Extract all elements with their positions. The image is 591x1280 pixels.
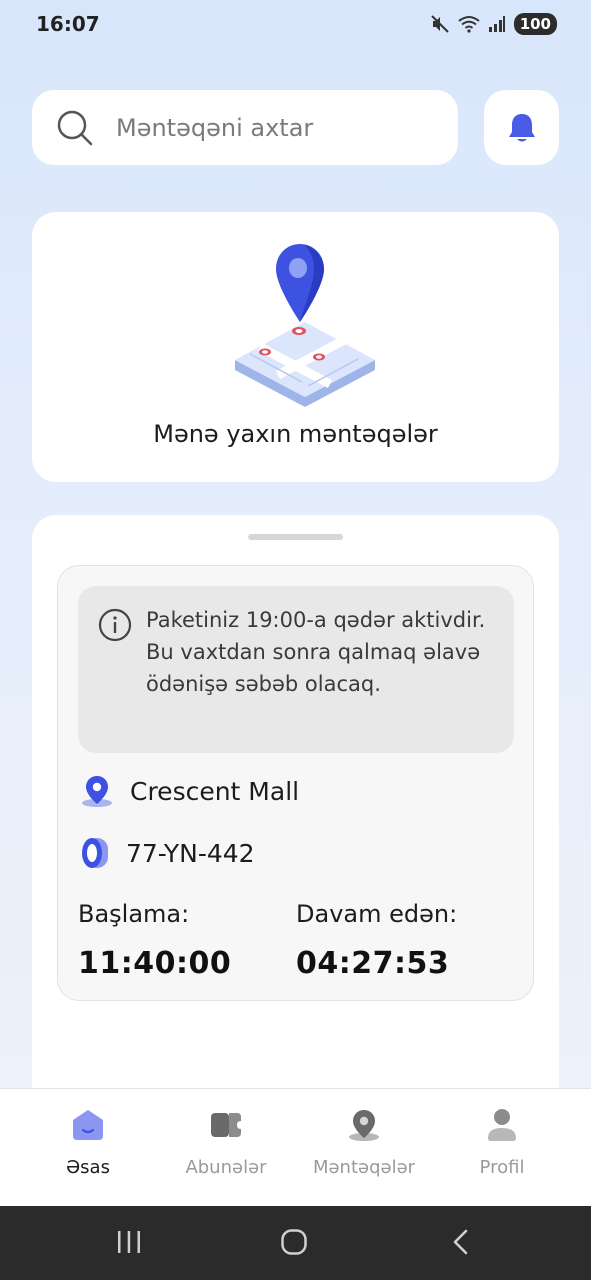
location-pin-icon bbox=[82, 776, 112, 807]
start-time-label: Başlama: bbox=[78, 900, 190, 928]
location-row: Crescent Mall bbox=[80, 774, 299, 808]
nav-item-subscriptions[interactable]: Abunələr bbox=[157, 1089, 295, 1207]
home-icon bbox=[73, 1110, 103, 1140]
status-bar: 16:07 100 bbox=[0, 0, 591, 48]
map-illustration bbox=[235, 244, 375, 407]
duration-label: Davam edən: bbox=[296, 900, 458, 928]
nav-label-subscriptions: Abunələr bbox=[185, 1157, 267, 1178]
nav-label-profile: Profil bbox=[479, 1157, 525, 1178]
status-icons: 100 bbox=[430, 13, 557, 35]
status-time: 16:07 bbox=[36, 12, 100, 36]
info-text: Paketiniz 19:00-a qədər aktivdir. Bu vax… bbox=[146, 608, 486, 696]
nav-label-home: Əsas bbox=[66, 1157, 110, 1178]
nav-label-stations: Məntəqələr bbox=[312, 1157, 416, 1178]
nav-item-home[interactable]: Əsas bbox=[19, 1089, 157, 1207]
nav-item-stations[interactable]: Məntəqələr bbox=[295, 1089, 433, 1207]
bottom-navigation: Əsas Abunələr Məntəqələr Profil bbox=[0, 1088, 591, 1206]
location-name: Crescent Mall bbox=[130, 776, 300, 806]
user-icon bbox=[488, 1109, 516, 1141]
sheet-drag-handle[interactable] bbox=[248, 534, 343, 540]
battery-indicator: 100 bbox=[513, 13, 557, 35]
back-icon[interactable] bbox=[450, 1228, 470, 1256]
map-pin-icon bbox=[349, 1110, 379, 1141]
recent-apps-icon[interactable] bbox=[116, 1228, 142, 1256]
session-card: Paketiniz 19:00-a qədər aktivdir. Bu vax… bbox=[57, 565, 534, 1001]
mute-icon bbox=[430, 15, 449, 33]
duration-block: Davam edən: 04:27:53 bbox=[296, 900, 457, 981]
bell-icon bbox=[508, 113, 535, 141]
home-button-icon[interactable] bbox=[280, 1228, 308, 1256]
notifications-button[interactable] bbox=[484, 90, 559, 165]
nav-item-profile[interactable]: Profil bbox=[433, 1089, 571, 1207]
ticket-icon bbox=[211, 1113, 241, 1137]
wifi-icon bbox=[458, 16, 480, 33]
duration-value: 04:27:53 bbox=[296, 946, 450, 981]
active-session-sheet: Paketiniz 19:00-a qədər aktivdir. Bu vax… bbox=[32, 515, 559, 1115]
plate-number: 77-YN-442 bbox=[126, 838, 255, 868]
search-input[interactable] bbox=[116, 113, 416, 142]
nearby-stations-label: Mənə yaxın məntəqələr bbox=[153, 420, 438, 448]
plate-row: 77-YN-442 bbox=[80, 836, 255, 870]
start-time-value: 11:40:00 bbox=[78, 946, 232, 981]
start-time-block: Başlama: 11:40:00 bbox=[78, 900, 231, 981]
search-icon bbox=[57, 110, 93, 145]
plate-icon bbox=[82, 838, 108, 868]
info-notice: Paketiniz 19:00-a qədər aktivdir. Bu vax… bbox=[78, 586, 514, 753]
system-navigation-bar bbox=[0, 1206, 591, 1280]
info-icon bbox=[98, 608, 132, 642]
nearby-stations-card[interactable]: Mənə yaxın məntəqələr bbox=[32, 212, 559, 482]
signal-icon bbox=[488, 16, 505, 32]
search-box[interactable] bbox=[32, 90, 458, 165]
